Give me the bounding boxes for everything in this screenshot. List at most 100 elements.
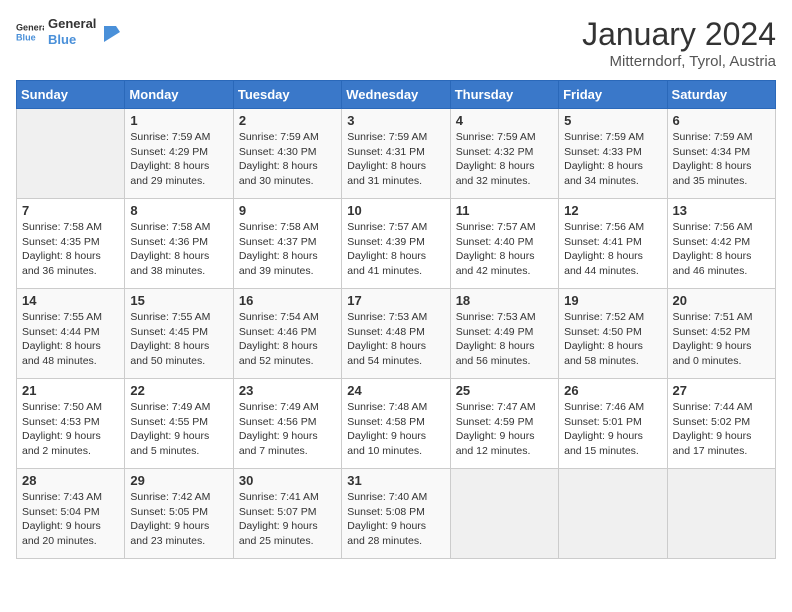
calendar-cell: 19Sunrise: 7:52 AMSunset: 4:50 PMDayligh… xyxy=(559,289,667,379)
day-detail: Sunrise: 7:54 AMSunset: 4:46 PMDaylight:… xyxy=(239,310,336,369)
day-number: 25 xyxy=(456,383,553,398)
day-detail: Sunrise: 7:48 AMSunset: 4:58 PMDaylight:… xyxy=(347,400,444,459)
logo-icon: General Blue xyxy=(16,18,44,46)
calendar-cell: 23 Sunrise: 7:49 AMSunset: 4:56 PMDayligh… xyxy=(233,379,341,469)
day-number: 20 xyxy=(673,293,770,308)
calendar-cell: 15Sunrise: 7:55 AMSunset: 4:45 PMDayligh… xyxy=(125,289,233,379)
calendar-cell: 13Sunrise: 7:56 AMSunset: 4:42 PMDayligh… xyxy=(667,199,775,289)
day-detail: Sunrise: 7:49 AMSunset: 4:55 PMDaylight:… xyxy=(130,400,227,459)
column-header-wednesday: Wednesday xyxy=(342,81,450,109)
calendar-week-row: 21 Sunrise: 7:50 AMSunset: 4:53 PMDayligh… xyxy=(17,379,776,469)
day-number: 6 xyxy=(673,113,770,128)
day-detail: Sunrise: 7:46 AMSunset: 5:01 PMDaylight:… xyxy=(564,400,661,459)
day-detail: Sunrise: 7:59 AMSunset: 4:31 PMDaylight:… xyxy=(347,130,444,189)
calendar-week-row: 1 Sunrise: 7:59 AMSunset: 4:29 PMDaylight… xyxy=(17,109,776,199)
day-detail: Sunrise: 7:53 AMSunset: 4:48 PMDaylight:… xyxy=(347,310,444,369)
day-detail: Sunrise: 7:40 AMSunset: 5:08 PMDaylight:… xyxy=(347,490,444,549)
calendar-cell: 20 Sunrise: 7:51 AMSunset: 4:52 PMDayligh… xyxy=(667,289,775,379)
day-detail: Sunrise: 7:56 AMSunset: 4:41 PMDaylight:… xyxy=(564,220,661,279)
day-number: 26 xyxy=(564,383,661,398)
column-header-tuesday: Tuesday xyxy=(233,81,341,109)
calendar-cell: 21 Sunrise: 7:50 AMSunset: 4:53 PMDayligh… xyxy=(17,379,125,469)
calendar-cell: 8 Sunrise: 7:58 AMSunset: 4:36 PMDaylight… xyxy=(125,199,233,289)
day-detail: Sunrise: 7:55 AMSunset: 4:45 PMDaylight:… xyxy=(130,310,227,369)
day-detail: Sunrise: 7:59 AMSunset: 4:29 PMDaylight:… xyxy=(130,130,227,189)
calendar-cell: 24 Sunrise: 7:48 AMSunset: 4:58 PMDayligh… xyxy=(342,379,450,469)
calendar-cell: 16 Sunrise: 7:54 AMSunset: 4:46 PMDayligh… xyxy=(233,289,341,379)
calendar-cell: 26 Sunrise: 7:46 AMSunset: 5:01 PMDayligh… xyxy=(559,379,667,469)
day-detail: Sunrise: 7:57 AMSunset: 4:39 PMDaylight:… xyxy=(347,220,444,279)
day-number: 1 xyxy=(130,113,227,128)
calendar-week-row: 28 Sunrise: 7:43 AMSunset: 5:04 PMDayligh… xyxy=(17,469,776,559)
day-detail: Sunrise: 7:53 AMSunset: 4:49 PMDaylight:… xyxy=(456,310,553,369)
calendar-subtitle: Mitterndorf, Tyrol, Austria xyxy=(582,53,776,70)
logo-arrow-icon xyxy=(100,22,120,42)
day-number: 24 xyxy=(347,383,444,398)
day-detail: Sunrise: 7:59 AMSunset: 4:33 PMDaylight:… xyxy=(564,130,661,189)
column-header-thursday: Thursday xyxy=(450,81,558,109)
day-detail: Sunrise: 7:43 AMSunset: 5:04 PMDaylight:… xyxy=(22,490,119,549)
day-number: 3 xyxy=(347,113,444,128)
page-header: General Blue General Blue January 2024 M… xyxy=(16,16,776,70)
calendar-header-row: SundayMondayTuesdayWednesdayThursdayFrid… xyxy=(17,81,776,109)
day-number: 19 xyxy=(564,293,661,308)
day-number: 4 xyxy=(456,113,553,128)
day-detail: Sunrise: 7:49 AMSunset: 4:56 PMDaylight:… xyxy=(239,400,336,459)
logo-blue: Blue xyxy=(48,32,96,48)
day-number: 9 xyxy=(239,203,336,218)
column-header-saturday: Saturday xyxy=(667,81,775,109)
calendar-cell: 10 Sunrise: 7:57 AMSunset: 4:39 PMDayligh… xyxy=(342,199,450,289)
day-detail: Sunrise: 7:59 AMSunset: 4:34 PMDaylight:… xyxy=(673,130,770,189)
day-number: 14 xyxy=(22,293,119,308)
day-number: 5 xyxy=(564,113,661,128)
svg-text:Blue: Blue xyxy=(16,32,36,42)
day-number: 30 xyxy=(239,473,336,488)
day-number: 8 xyxy=(130,203,227,218)
day-detail: Sunrise: 7:51 AMSunset: 4:52 PMDaylight:… xyxy=(673,310,770,369)
calendar-cell xyxy=(17,109,125,199)
logo-general: General xyxy=(48,16,96,32)
day-number: 23 xyxy=(239,383,336,398)
calendar-cell: 6 Sunrise: 7:59 AMSunset: 4:34 PMDaylight… xyxy=(667,109,775,199)
calendar-cell: 3 Sunrise: 7:59 AMSunset: 4:31 PMDaylight… xyxy=(342,109,450,199)
day-number: 21 xyxy=(22,383,119,398)
day-number: 27 xyxy=(673,383,770,398)
column-header-monday: Monday xyxy=(125,81,233,109)
day-number: 2 xyxy=(239,113,336,128)
day-number: 12 xyxy=(564,203,661,218)
day-number: 7 xyxy=(22,203,119,218)
day-number: 10 xyxy=(347,203,444,218)
day-detail: Sunrise: 7:42 AMSunset: 5:05 PMDaylight:… xyxy=(130,490,227,549)
calendar-cell xyxy=(559,469,667,559)
calendar-cell: 7Sunrise: 7:58 AMSunset: 4:35 PMDaylight… xyxy=(17,199,125,289)
column-header-sunday: Sunday xyxy=(17,81,125,109)
day-number: 22 xyxy=(130,383,227,398)
title-block: January 2024 Mitterndorf, Tyrol, Austria xyxy=(582,16,776,70)
day-number: 16 xyxy=(239,293,336,308)
day-number: 17 xyxy=(347,293,444,308)
calendar-cell xyxy=(450,469,558,559)
calendar-cell: 30Sunrise: 7:41 AMSunset: 5:07 PMDayligh… xyxy=(233,469,341,559)
day-number: 28 xyxy=(22,473,119,488)
calendar-cell: 22 Sunrise: 7:49 AMSunset: 4:55 PMDayligh… xyxy=(125,379,233,469)
day-number: 13 xyxy=(673,203,770,218)
day-detail: Sunrise: 7:58 AMSunset: 4:36 PMDaylight:… xyxy=(130,220,227,279)
calendar-cell: 29Sunrise: 7:42 AMSunset: 5:05 PMDayligh… xyxy=(125,469,233,559)
day-detail: Sunrise: 7:59 AMSunset: 4:32 PMDaylight:… xyxy=(456,130,553,189)
calendar-cell: 28 Sunrise: 7:43 AMSunset: 5:04 PMDayligh… xyxy=(17,469,125,559)
day-detail: Sunrise: 7:59 AMSunset: 4:30 PMDaylight:… xyxy=(239,130,336,189)
calendar-table: SundayMondayTuesdayWednesdayThursdayFrid… xyxy=(16,80,776,559)
day-number: 11 xyxy=(456,203,553,218)
calendar-week-row: 7Sunrise: 7:58 AMSunset: 4:35 PMDaylight… xyxy=(17,199,776,289)
calendar-cell: 25Sunrise: 7:47 AMSunset: 4:59 PMDayligh… xyxy=(450,379,558,469)
calendar-cell: 2 Sunrise: 7:59 AMSunset: 4:30 PMDaylight… xyxy=(233,109,341,199)
calendar-cell: 12 Sunrise: 7:56 AMSunset: 4:41 PMDayligh… xyxy=(559,199,667,289)
day-detail: Sunrise: 7:50 AMSunset: 4:53 PMDaylight:… xyxy=(22,400,119,459)
calendar-title: January 2024 xyxy=(582,16,776,53)
calendar-cell: 4 Sunrise: 7:59 AMSunset: 4:32 PMDaylight… xyxy=(450,109,558,199)
calendar-cell: 18Sunrise: 7:53 AMSunset: 4:49 PMDayligh… xyxy=(450,289,558,379)
calendar-cell: 14Sunrise: 7:55 AMSunset: 4:44 PMDayligh… xyxy=(17,289,125,379)
day-detail: Sunrise: 7:57 AMSunset: 4:40 PMDaylight:… xyxy=(456,220,553,279)
calendar-cell: 17 Sunrise: 7:53 AMSunset: 4:48 PMDayligh… xyxy=(342,289,450,379)
calendar-cell: 1 Sunrise: 7:59 AMSunset: 4:29 PMDaylight… xyxy=(125,109,233,199)
